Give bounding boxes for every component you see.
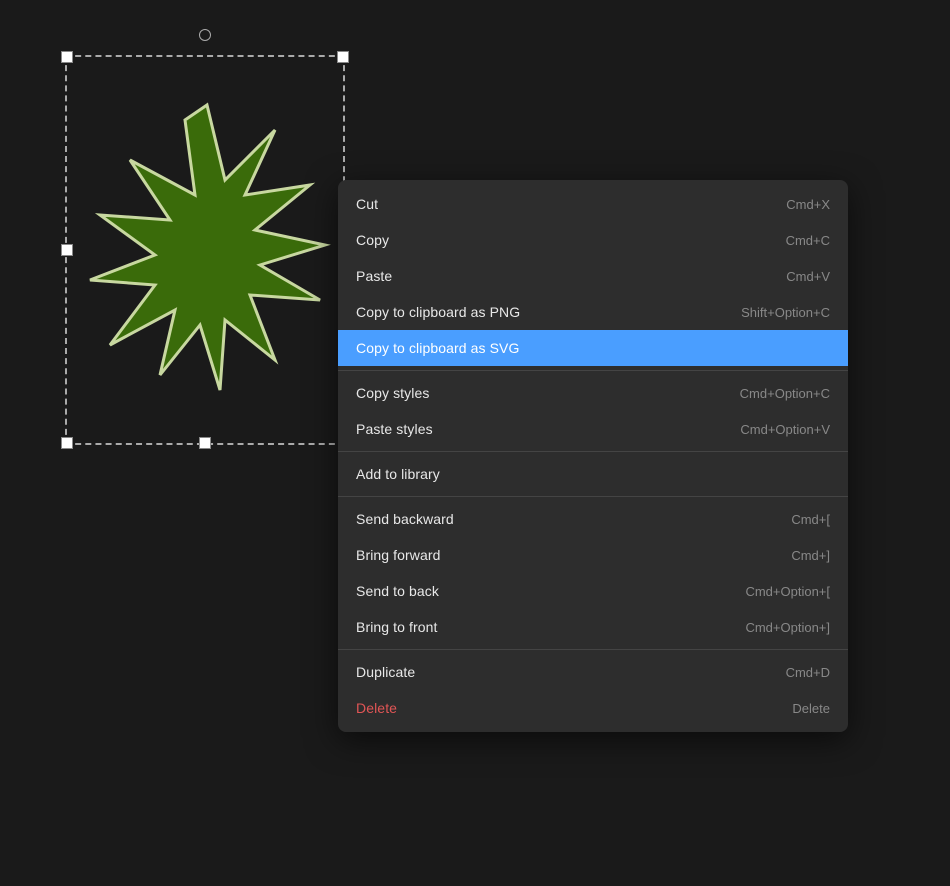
menu-item-delete[interactable]: Delete Delete bbox=[338, 690, 848, 726]
menu-label-add-library: Add to library bbox=[356, 466, 440, 482]
menu-shortcut-paste: Cmd+V bbox=[786, 269, 830, 284]
menu-shortcut-cut: Cmd+X bbox=[786, 197, 830, 212]
menu-label-paste: Paste bbox=[356, 268, 392, 284]
star-shape bbox=[80, 70, 335, 430]
menu-item-copy[interactable]: Copy Cmd+C bbox=[338, 222, 848, 258]
menu-item-bring-front[interactable]: Bring to front Cmd+Option+] bbox=[338, 609, 848, 645]
menu-item-copy-png[interactable]: Copy to clipboard as PNG Shift+Option+C bbox=[338, 294, 848, 330]
menu-shortcut-copy-png: Shift+Option+C bbox=[741, 305, 830, 320]
menu-shortcut-copy-styles: Cmd+Option+C bbox=[740, 386, 830, 401]
menu-item-bring-forward[interactable]: Bring forward Cmd+] bbox=[338, 537, 848, 573]
menu-label-send-backward: Send backward bbox=[356, 511, 454, 527]
menu-item-copy-styles[interactable]: Copy styles Cmd+Option+C bbox=[338, 375, 848, 411]
menu-item-cut[interactable]: Cut Cmd+X bbox=[338, 186, 848, 222]
menu-item-copy-svg[interactable]: Copy to clipboard as SVG bbox=[338, 330, 848, 366]
menu-label-copy-styles: Copy styles bbox=[356, 385, 429, 401]
menu-label-copy-png: Copy to clipboard as PNG bbox=[356, 304, 520, 320]
menu-label-duplicate: Duplicate bbox=[356, 664, 415, 680]
menu-shortcut-duplicate: Cmd+D bbox=[786, 665, 830, 680]
menu-item-paste-styles[interactable]: Paste styles Cmd+Option+V bbox=[338, 411, 848, 447]
menu-label-bring-forward: Bring forward bbox=[356, 547, 441, 563]
menu-shortcut-copy: Cmd+C bbox=[786, 233, 830, 248]
menu-separator-3 bbox=[338, 496, 848, 497]
menu-label-send-back: Send to back bbox=[356, 583, 439, 599]
menu-item-add-library[interactable]: Add to library bbox=[338, 456, 848, 492]
menu-item-paste[interactable]: Paste Cmd+V bbox=[338, 258, 848, 294]
menu-shortcut-bring-front: Cmd+Option+] bbox=[745, 620, 830, 635]
handle-bottom-left[interactable] bbox=[61, 437, 73, 449]
menu-item-duplicate[interactable]: Duplicate Cmd+D bbox=[338, 654, 848, 690]
menu-separator-2 bbox=[338, 451, 848, 452]
menu-separator-1 bbox=[338, 370, 848, 371]
handle-top-right[interactable] bbox=[337, 51, 349, 63]
menu-shortcut-send-back: Cmd+Option+[ bbox=[745, 584, 830, 599]
menu-shortcut-paste-styles: Cmd+Option+V bbox=[740, 422, 830, 437]
menu-shortcut-bring-forward: Cmd+] bbox=[791, 548, 830, 563]
handle-top-left[interactable] bbox=[61, 51, 73, 63]
menu-item-send-backward[interactable]: Send backward Cmd+[ bbox=[338, 501, 848, 537]
menu-label-delete: Delete bbox=[356, 700, 397, 716]
menu-shortcut-delete: Delete bbox=[792, 701, 830, 716]
menu-separator-4 bbox=[338, 649, 848, 650]
menu-shortcut-send-backward: Cmd+[ bbox=[791, 512, 830, 527]
rotate-handle[interactable] bbox=[199, 29, 211, 41]
menu-item-send-back[interactable]: Send to back Cmd+Option+[ bbox=[338, 573, 848, 609]
menu-label-paste-styles: Paste styles bbox=[356, 421, 433, 437]
menu-label-copy: Copy bbox=[356, 232, 389, 248]
handle-bottom-middle[interactable] bbox=[199, 437, 211, 449]
context-menu: Cut Cmd+X Copy Cmd+C Paste Cmd+V Copy to clipb… bbox=[338, 180, 848, 732]
menu-label-copy-svg: Copy to clipboard as SVG bbox=[356, 340, 519, 356]
menu-label-cut: Cut bbox=[356, 196, 378, 212]
menu-label-bring-front: Bring to front bbox=[356, 619, 438, 635]
handle-middle-left[interactable] bbox=[61, 244, 73, 256]
canvas: Cut Cmd+X Copy Cmd+C Paste Cmd+V Copy to clipb… bbox=[0, 0, 950, 886]
